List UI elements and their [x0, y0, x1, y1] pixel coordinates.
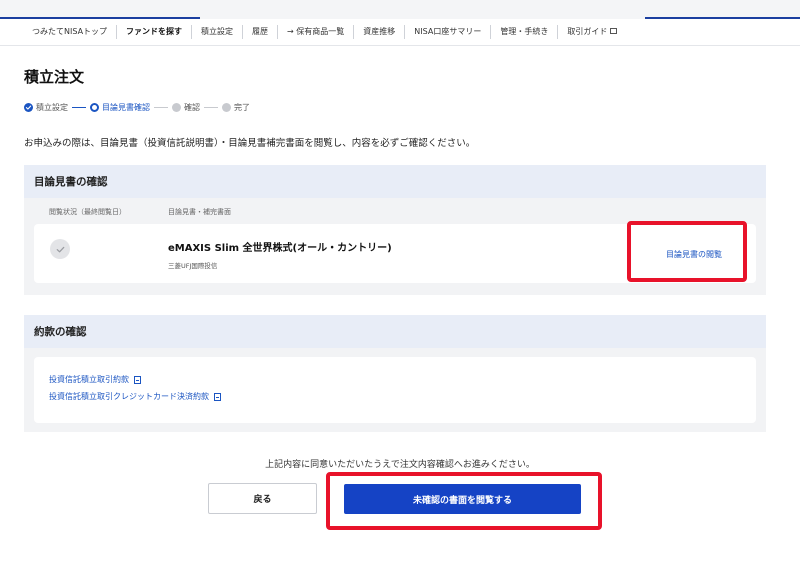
intro-text: お申込みの際は、目論見書（投資信託説明書）・目論見書補完書面を閲覧し、内容を必ず… [24, 138, 476, 149]
step-connector [72, 106, 86, 109]
nav-item-holdings[interactable]: → 保有商品一覧 [277, 25, 353, 39]
nav-item-trading-guide[interactable]: 取引ガイド [557, 25, 626, 39]
external-link-icon [610, 27, 618, 34]
step-label: 確認 [184, 103, 200, 112]
nav-item-history[interactable]: 履歴 [242, 25, 277, 39]
terms-panel: 約款の確認 投資信託積立取引約款 投資信託積立取引クレジットカード決済約款 [24, 315, 766, 432]
step-label: 積立設定 [36, 103, 68, 112]
nav-item-nisa-summary[interactable]: NISA口座サマリー [404, 25, 490, 39]
nav-item-trading-guide-label: 取引ガイド [567, 27, 608, 36]
document-icon [134, 375, 141, 384]
nav-item-find-funds[interactable]: ファンドを探す [116, 25, 191, 39]
step-current-dot-icon [90, 103, 99, 112]
terms-link-recurring[interactable]: 投資信託積立取引約款 [49, 374, 141, 385]
terms-list: 投資信託積立取引約款 投資信託積立取引クレジットカード決済約款 [34, 357, 756, 423]
nav-item-asset-trend[interactable]: 資産推移 [353, 25, 404, 39]
nav-bar: つみたてNISAトップ ファンドを探す 積立設定 履歴 → 保有商品一覧 資産推… [0, 19, 800, 46]
step-prospectus-check: 目論見書確認 [90, 102, 150, 113]
progress-stepper: 積立設定 目論見書確認 確認 完了 [24, 102, 250, 113]
terms-link-credit-card[interactable]: 投資信託積立取引クレジットカード決済約款 [49, 391, 221, 402]
nav-item-recurring-settings[interactable]: 積立設定 [191, 25, 242, 39]
step-pending-dot-icon [222, 103, 231, 112]
prospectus-heading: 目論見書の確認 [24, 165, 766, 198]
top-nav: つみたてNISAトップ ファンドを探す 積立設定 履歴 → 保有商品一覧 資産推… [0, 0, 800, 46]
step-label: 完了 [234, 103, 250, 112]
step-complete: 完了 [222, 102, 250, 113]
step-done-check-icon [24, 103, 33, 112]
column-header-status: 閲覧状況（最終閲覧日） [49, 208, 126, 216]
nav-item-nisa-top[interactable]: つみたてNISAトップ [24, 25, 116, 39]
highlight-box-primary-button [326, 472, 602, 530]
fund-name: eMAXIS Slim 全世界株式(オール・カントリー) [168, 243, 392, 254]
unviewed-check-icon [50, 239, 70, 259]
agreement-text: 上記内容に同意いただいたうえで注文内容確認へお進みください。 [265, 460, 535, 470]
step-confirm: 確認 [172, 102, 200, 113]
nav-item-management[interactable]: 管理・手続き [490, 25, 557, 39]
terms-heading: 約款の確認 [24, 315, 766, 348]
terms-link-label: 投資信託積立取引クレジットカード決済約款 [49, 392, 209, 401]
highlight-box-view-link [627, 221, 747, 282]
step-connector [204, 106, 218, 109]
terms-link-label: 投資信託積立取引約款 [49, 375, 129, 384]
step-pending-dot-icon [172, 103, 181, 112]
page-title: 積立注文 [24, 68, 85, 86]
back-button[interactable]: 戻る [208, 483, 317, 514]
step-label: 目論見書確認 [102, 103, 150, 112]
fund-company: 三菱UFJ国際投信 [168, 262, 218, 270]
column-header-documents: 目論見書・補完書面 [168, 208, 231, 216]
document-icon [214, 392, 221, 401]
step-recurring-settings: 積立設定 [24, 102, 68, 113]
step-connector [154, 106, 168, 109]
